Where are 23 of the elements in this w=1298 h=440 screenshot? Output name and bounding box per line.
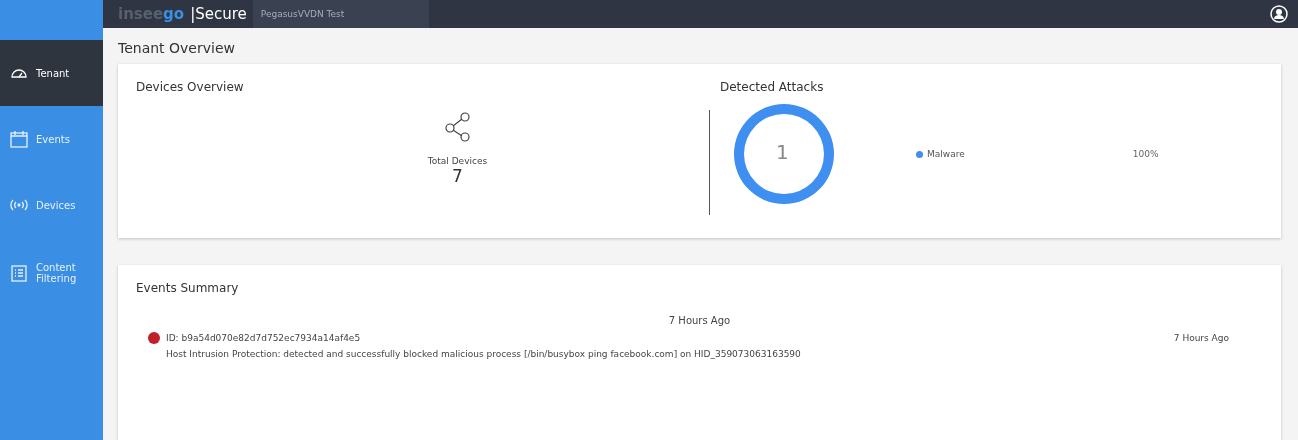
- total-devices-count: 7: [452, 166, 463, 186]
- product-name: |Secure: [190, 5, 247, 23]
- sidebar-item[interactable]: Content Filtering: [0, 238, 103, 308]
- event-time: 7 Hours Ago: [1173, 333, 1229, 343]
- sidebar-item[interactable]: Tenant: [0, 40, 103, 106]
- attack-total: 1: [776, 140, 789, 164]
- sidebar-item[interactable]: Devices: [0, 172, 103, 238]
- share-icon: [444, 112, 471, 142]
- tenant-field[interactable]: PegasusVVDN Test: [252, 0, 429, 28]
- event-group-time: 7 Hours Ago: [668, 315, 731, 326]
- legend-percentage: 100%: [1132, 149, 1159, 159]
- total-devices-label: Total Devices: [427, 156, 488, 166]
- calendar-icon: [10, 130, 28, 148]
- list-icon: [10, 264, 28, 282]
- sidebar-item[interactable]: Events: [0, 106, 103, 172]
- section-title: Events Summary: [136, 281, 240, 295]
- page-title: Tenant Overview: [118, 40, 236, 56]
- event-description: Host Intrusion Protection: detected and successfully blocked malicious process [/bin/busybox ping facebook.com] on HID_359073063163590: [166, 349, 802, 359]
- user-avatar-icon[interactable]: [1270, 5, 1288, 23]
- section-title: Devices Overview: [136, 80, 245, 94]
- event-id: ID: b9a54d070e82d7d752ec7934a14af4e5: [166, 333, 361, 343]
- section-title: Detected Attacks: [720, 80, 825, 94]
- legend-label: Malware: [927, 149, 965, 159]
